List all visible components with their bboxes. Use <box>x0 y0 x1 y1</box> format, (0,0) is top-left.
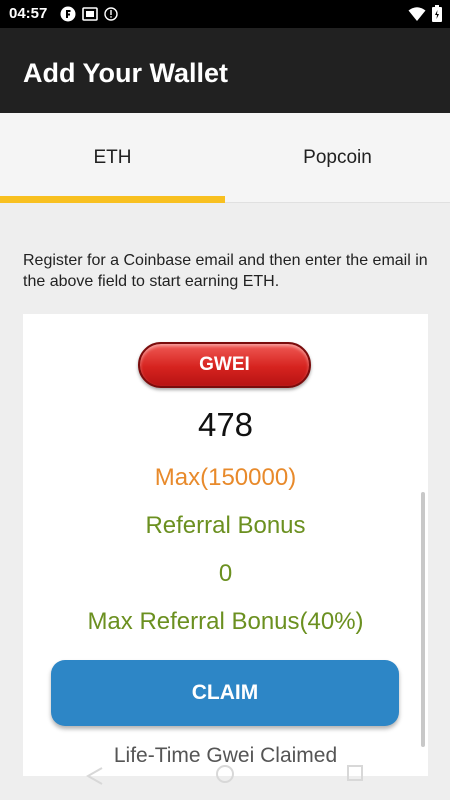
tab-eth[interactable]: ETH <box>0 113 225 203</box>
info-icon <box>104 7 118 26</box>
wallet-tabs: ETH Popcoin <box>0 113 450 203</box>
max-referral-bonus-text: Max Referral Bonus(40%) <box>87 608 364 635</box>
referral-bonus-label: Referral Bonus <box>145 512 306 539</box>
app-bar: Add Your Wallet <box>0 28 450 113</box>
page-title: Add Your Wallet <box>23 58 229 88</box>
max-gwei-text: Max(150000) <box>154 464 297 491</box>
gwei-balance-value: 478 <box>197 406 254 443</box>
referral-bonus-value: 0 <box>218 560 233 587</box>
gwei-badge: GWEI <box>138 342 311 388</box>
wifi-icon <box>408 6 426 27</box>
lifetime-gwei-claimed-label: Life-Time Gwei Claimed <box>113 744 338 767</box>
tab-selected-indicator <box>0 196 225 203</box>
status-time: 04:57 <box>9 5 48 22</box>
instructions-text: Register for a Coinbase email and then e… <box>23 252 428 290</box>
gwei-card: GWEI 478 Max(150000) Referral Bonus 0 Ma… <box>23 314 428 776</box>
battery-icon <box>432 5 442 27</box>
status-system-icons <box>408 5 442 27</box>
status-notification-icons <box>60 6 118 27</box>
app-notification-icon <box>60 6 76 27</box>
tab-popcoin[interactable]: Popcoin <box>225 113 450 203</box>
card-scrollbar[interactable] <box>421 492 425 747</box>
claim-button[interactable]: CLAIM <box>51 660 399 726</box>
status-bar: 04:57 <box>0 0 450 28</box>
screenshot-icon <box>82 6 98 27</box>
